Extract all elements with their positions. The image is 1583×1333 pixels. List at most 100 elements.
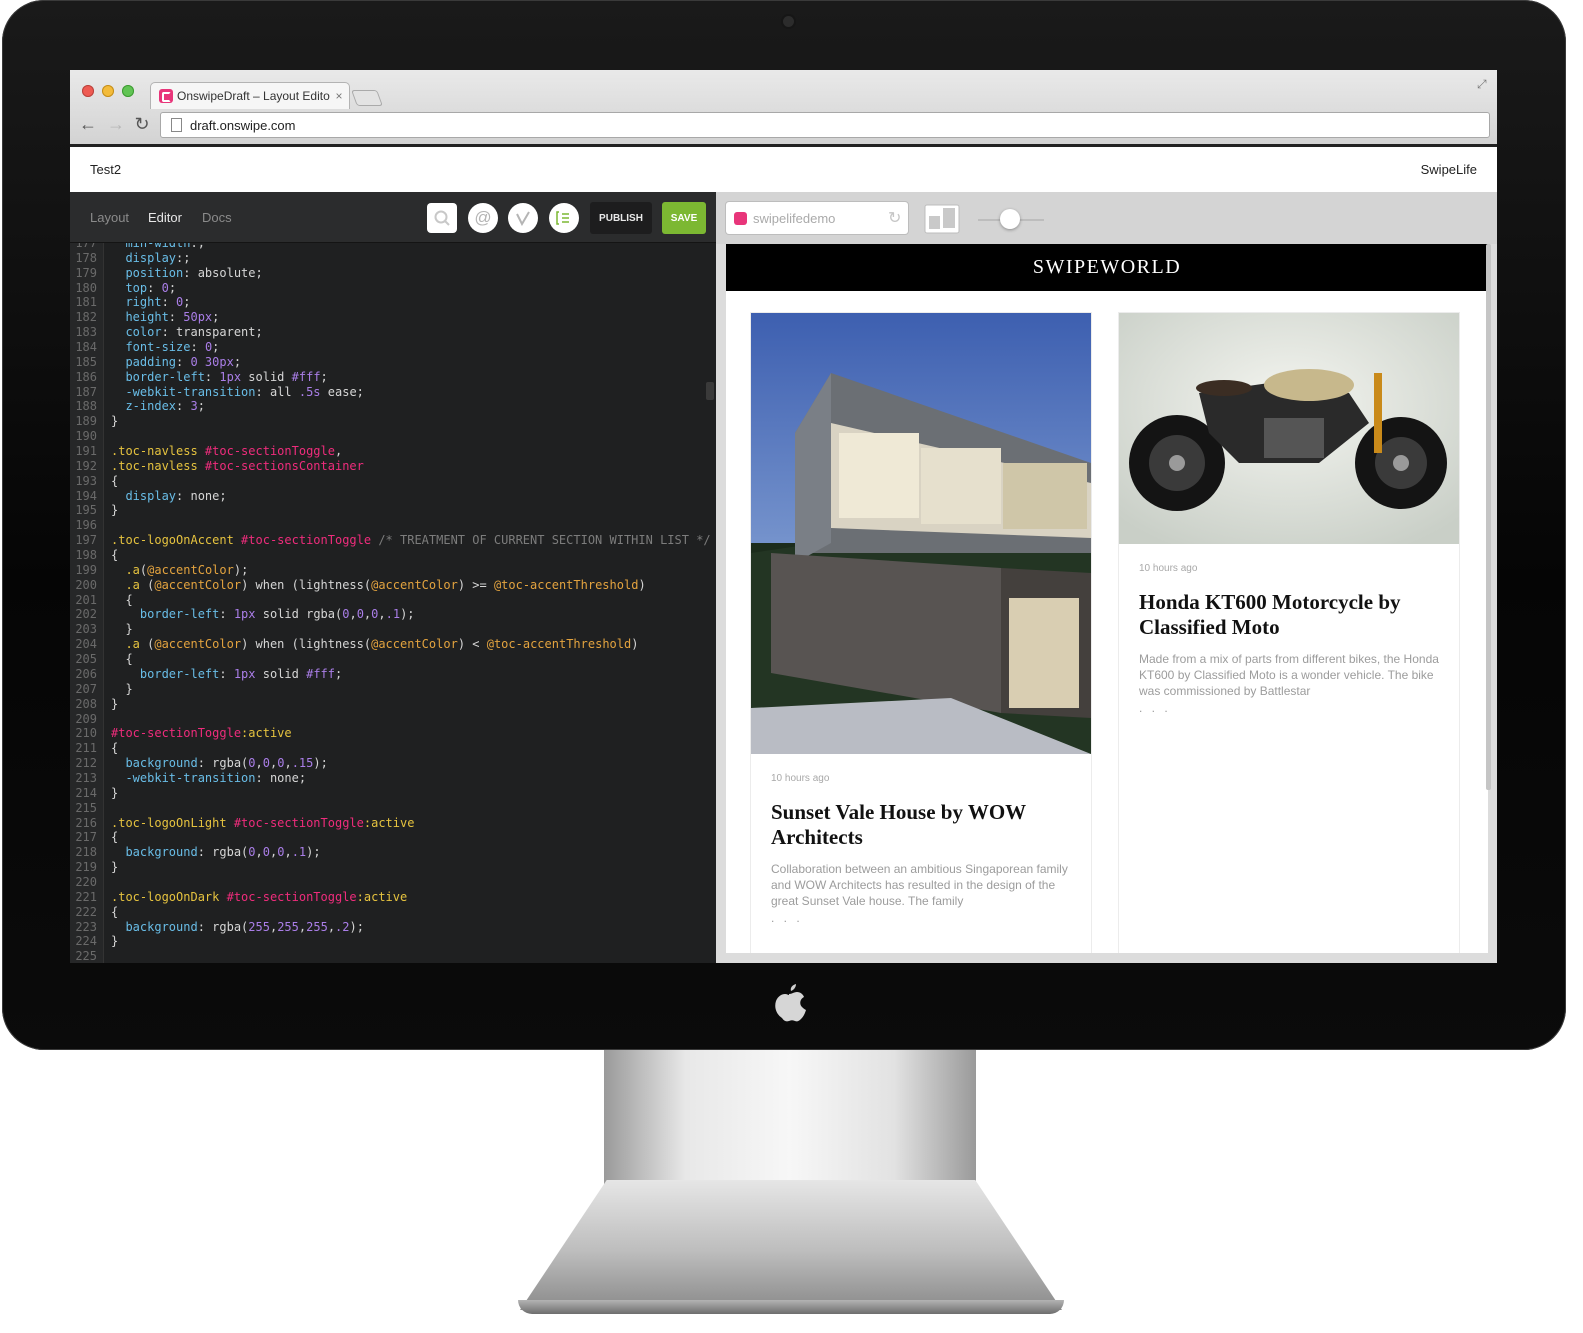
code-line[interactable]: 213 -webkit-transition: none;	[70, 771, 716, 786]
code-text: }	[111, 682, 132, 697]
save-button[interactable]: SAVE	[662, 202, 706, 234]
code-line[interactable]: 178 display:;	[70, 251, 716, 266]
back-button[interactable]: ←	[78, 114, 98, 134]
code-token: );	[400, 607, 415, 622]
code-line[interactable]: 215	[70, 801, 716, 816]
code-text: .a (@accentColor) when (lightness(@accen…	[111, 637, 638, 652]
code-line[interactable]: 225	[70, 949, 716, 963]
code-line[interactable]: 185 padding: 0 30px;	[70, 355, 716, 370]
code-line[interactable]: 187 -webkit-transition: all .5s ease;	[70, 385, 716, 400]
monitor-stand-base	[518, 1300, 1064, 1314]
tab-editor[interactable]: Editor	[148, 210, 182, 225]
site-selector[interactable]: swipelifedemo ↻	[726, 202, 908, 234]
code-line[interactable]: 184 font-size: 0;	[70, 340, 716, 355]
browser-tab[interactable]: OnswipeDraft – Layout Edito ×	[150, 82, 350, 109]
code-line[interactable]: 186 border-left: 1px solid #fff;	[70, 370, 716, 385]
reload-button[interactable]: ↻	[132, 114, 152, 134]
code-line[interactable]: 203 }	[70, 622, 716, 637]
article-card[interactable]: 10 hours ago Sunset Vale House by WOW Ar…	[750, 312, 1092, 953]
code-text: {	[111, 741, 118, 756]
code-line[interactable]: 204 .a (@accentColor) when (lightness(@a…	[70, 637, 716, 652]
code-line[interactable]: 181 right: 0;	[70, 295, 716, 310]
project-name[interactable]: Test2	[90, 162, 121, 177]
search-tool-button[interactable]	[427, 203, 457, 233]
code-line[interactable]: 218 background: rgba(0,0,0,.1);	[70, 845, 716, 860]
code-area[interactable]: 177 min-width:; 178 display:; 179 position…	[70, 236, 716, 963]
code-line[interactable]: 193 {	[70, 474, 716, 489]
vimeo-tool-button[interactable]	[508, 203, 538, 233]
code-line[interactable]: 199 .a(@accentColor);	[70, 563, 716, 578]
article-title[interactable]: Honda KT600 Motorcycle by Classified Mot…	[1139, 590, 1439, 640]
code-line[interactable]: 214}	[70, 786, 716, 801]
code-line[interactable]: 188 z-index: 3;	[70, 399, 716, 414]
code-line[interactable]: 190	[70, 429, 716, 444]
code-line[interactable]: 194 display: none;	[70, 489, 716, 504]
code-line[interactable]: 206 border-left: 1px solid #fff;	[70, 667, 716, 682]
publish-button[interactable]: PUBLISH	[590, 202, 652, 234]
site-name[interactable]: SwipeLife	[1421, 162, 1477, 177]
code-line[interactable]: 202 border-left: 1px solid rgba(0,0,0,.1…	[70, 607, 716, 622]
window-minimize-button[interactable]	[102, 85, 114, 97]
at-icon: @	[474, 208, 492, 227]
new-tab-button[interactable]	[351, 90, 383, 106]
editor-scrollbar[interactable]	[706, 382, 714, 400]
article-card[interactable]: 10 hours ago Honda KT600 Motorcycle by C…	[1118, 312, 1460, 953]
code-line[interactable]: 208}	[70, 697, 716, 712]
code-line[interactable]: 195}	[70, 503, 716, 518]
house-photo[interactable]	[751, 313, 1091, 754]
code-line[interactable]: 212 background: rgba(0,0,0,.15);	[70, 756, 716, 771]
code-line[interactable]: 219}	[70, 860, 716, 875]
tab-docs[interactable]: Docs	[202, 210, 232, 225]
at-tool-button[interactable]: @	[468, 203, 498, 233]
code-line[interactable]: 179 position: absolute;	[70, 266, 716, 281]
code-line[interactable]: 197 .toc-logoOnAccent #toc-sectionToggle …	[70, 533, 716, 548]
motorcycle-photo[interactable]	[1119, 313, 1459, 544]
code-line[interactable]: 196	[70, 518, 716, 533]
code-line[interactable]: 207 }	[70, 682, 716, 697]
code-line[interactable]: 222 {	[70, 905, 716, 920]
fullscreen-icon[interactable]: ⤢	[1477, 77, 1491, 91]
code-line[interactable]: 224}	[70, 934, 716, 949]
code-line[interactable]: 210 #toc-sectionToggle:active	[70, 726, 716, 741]
list-tool-button[interactable]	[549, 203, 579, 233]
zoom-slider-handle[interactable]	[1000, 209, 1020, 229]
line-number: 190	[75, 429, 97, 444]
preview-scrollbar[interactable]	[1486, 244, 1491, 790]
article-more[interactable]: . . .	[771, 911, 803, 925]
code-line[interactable]: 189}	[70, 414, 716, 429]
article-more[interactable]: . . .	[1139, 701, 1171, 715]
code-line[interactable]: 200 .a (@accentColor) when (lightness(@a…	[70, 578, 716, 593]
code-text: border-left: 1px solid rgba(0,0,0,.1);	[111, 607, 415, 622]
article-title[interactable]: Sunset Vale House by WOW Architects	[771, 800, 1071, 850]
code-line[interactable]: 183 color: transparent;	[70, 325, 716, 340]
code-line[interactable]: 211 {	[70, 741, 716, 756]
address-bar[interactable]: draft.onswipe.com	[160, 112, 1490, 138]
code-token: ,	[378, 607, 386, 622]
code-line[interactable]: 191 .toc-navless #toc-sectionToggle,	[70, 444, 716, 459]
code-line[interactable]: 201 {	[70, 593, 716, 608]
code-line[interactable]: 220	[70, 875, 716, 890]
window-maximize-button[interactable]	[122, 85, 134, 97]
forward-button[interactable]: →	[106, 114, 126, 134]
code-line[interactable]: 182 height: 50px;	[70, 310, 716, 325]
code-line[interactable]: 205 {	[70, 652, 716, 667]
article-excerpt: Collaboration between an ambitious Singa…	[771, 862, 1068, 908]
device-toggle-icon[interactable]	[924, 204, 960, 234]
code-line[interactable]: 209	[70, 712, 716, 727]
site-header[interactable]: SWIPEWORLD	[726, 244, 1488, 291]
refresh-icon[interactable]: ↻	[888, 208, 908, 228]
window-close-button[interactable]	[82, 85, 94, 97]
url-text[interactable]: draft.onswipe.com	[190, 118, 296, 133]
code-line[interactable]: 198 {	[70, 548, 716, 563]
code-line[interactable]: 221 .toc-logoOnDark #toc-sectionToggle:ac…	[70, 890, 716, 905]
site-selector-input[interactable]: swipelifedemo	[753, 211, 888, 226]
code-line[interactable]: 223 background: rgba(255,255,255,.2);	[70, 920, 716, 935]
code-token: #toc-sectionToggle	[204, 444, 335, 459]
code-line[interactable]: 216 .toc-logoOnLight #toc-sectionToggle:a…	[70, 816, 716, 831]
code-line[interactable]: 192 .toc-navless #toc-sectionsContainer	[70, 459, 716, 474]
code-line[interactable]: 217 {	[70, 830, 716, 845]
tab-close-button[interactable]: ×	[331, 89, 347, 103]
tab-layout[interactable]: Layout	[90, 210, 129, 225]
code-text: {	[111, 593, 132, 608]
code-line[interactable]: 180 top: 0;	[70, 281, 716, 296]
